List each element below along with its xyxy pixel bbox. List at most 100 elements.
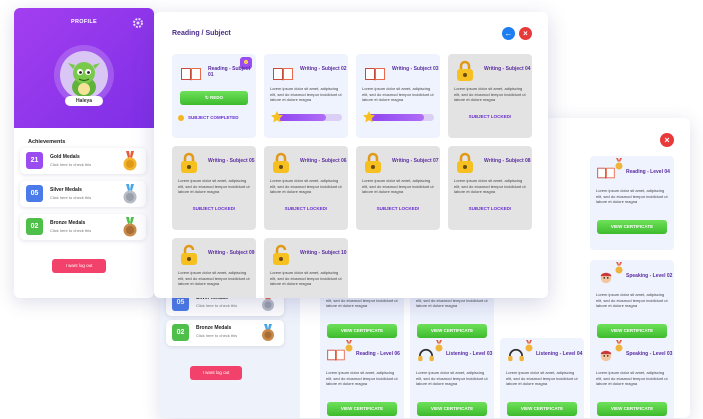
- unlock-icon: [273, 244, 289, 265]
- subject-card-locked[interactable]: Writing - Subject 05 Lorem ipsum dolor s…: [172, 146, 256, 230]
- subject-title: Writing - Subject 04: [484, 66, 531, 72]
- lock-icon: [365, 152, 381, 173]
- subject-title: Writing - Subject 02: [300, 66, 347, 72]
- subject-title: Writing - Subject 06: [300, 158, 347, 164]
- level-title: Speaking - Level 03: [626, 351, 673, 357]
- level-card: Speaking - Level 03 Lorem ipsum dolor si…: [590, 338, 674, 418]
- subject-title: Reading - Subject 01: [208, 66, 251, 78]
- silver-medals-card[interactable]: 05 Silver Medals Click here to check thi…: [20, 181, 146, 207]
- gold-medal-icon: [123, 151, 137, 171]
- level-desc: Lorem ipsum dolor sit amet, adipiscing e…: [416, 370, 488, 386]
- subject-status: SUBJECT LOCKED!: [468, 114, 512, 119]
- level-card: Listening - Level 04 Lorem ipsum dolor s…: [500, 338, 584, 418]
- app-stage: 05 Silver Medals Click here to check thi…: [0, 0, 703, 419]
- subject-card-locked[interactable]: Writing - Subject 04 Lorem ipsum dolor s…: [448, 54, 532, 138]
- subject-status: SUBJECT COMPLETED: [178, 115, 254, 121]
- subject-card[interactable]: ☻ Reading - Subject 01 ↻ REDO SUBJECT CO…: [172, 54, 256, 138]
- lock-icon: [457, 152, 473, 173]
- avatar-icon: [600, 272, 612, 284]
- subject-desc: Lorem ipsum dolor sit amet, adipiscing e…: [454, 178, 526, 194]
- view-certificate-button[interactable]: VIEW CERTIFICATE: [597, 402, 667, 416]
- level-card: Reading - Level 06 Lorem ipsum dolor sit…: [320, 338, 404, 418]
- subject-card[interactable]: Writing - Subject 02 Lorem ipsum dolor s…: [264, 54, 348, 138]
- medal-icon: [435, 340, 443, 352]
- avatar-icon: [600, 350, 612, 362]
- medal-title: Gold Medals: [50, 154, 80, 160]
- medal-count: 02: [172, 324, 189, 341]
- subject-status: SUBJECT LOCKED!: [468, 206, 512, 211]
- bronze-medal-icon: [262, 324, 274, 341]
- subject-card-locked[interactable]: Writing - Subject 09 Lorem ipsum dolor s…: [172, 238, 256, 298]
- medal-title: Bronze Medals: [50, 220, 86, 226]
- bronze-medal-icon: [123, 217, 137, 237]
- silver-medal-icon: [123, 184, 137, 204]
- close-icon[interactable]: ×: [660, 133, 674, 147]
- lock-icon: [457, 60, 473, 81]
- bronze-medals-card[interactable]: 02 Bronze Medals Click here to check thi…: [20, 214, 146, 240]
- medal-subtitle: Click here to check this: [50, 195, 92, 200]
- subject-title: Writing - Subject 07: [392, 158, 439, 164]
- subject-desc: Lorem ipsum dolor sit amet, adipiscing e…: [270, 86, 342, 102]
- level-title: Listening - Level 03: [446, 351, 493, 357]
- subject-status: SUBJECT LOCKED!: [376, 206, 420, 211]
- level-desc: Lorem ipsum dolor sit amet, adipiscing e…: [596, 188, 668, 204]
- medal-icon: [615, 262, 623, 274]
- lock-icon: [273, 152, 289, 173]
- medal-subtitle: Click here to check this: [196, 303, 238, 308]
- level-title: Reading - Level 04: [626, 169, 670, 175]
- level-desc: Lorem ipsum dolor sit amet, adipiscing e…: [326, 370, 398, 386]
- profile-name: Haleya: [65, 96, 103, 106]
- view-certificate-button[interactable]: VIEW CERTIFICATE: [327, 402, 397, 416]
- level-title: Speaking - Level 02: [626, 273, 673, 279]
- subject-desc: Lorem ipsum dolor sit amet, adipiscing e…: [270, 270, 342, 286]
- level-title: Listening - Level 04: [536, 351, 583, 357]
- page-title: Reading / Subject: [172, 30, 231, 37]
- subject-desc: Lorem ipsum dolor sit amet, adipiscing e…: [362, 178, 434, 194]
- book-icon: [597, 167, 615, 180]
- redo-label: REDO: [210, 95, 224, 100]
- dragon-mascot-icon: [68, 62, 100, 97]
- achievements-heading: Achievements: [28, 139, 66, 145]
- book-icon: [273, 68, 293, 81]
- medal-subtitle: Click here to check this: [50, 228, 92, 233]
- redo-button[interactable]: ↻ REDO: [180, 91, 248, 105]
- view-certificate-button[interactable]: VIEW CERTIFICATE: [597, 324, 667, 338]
- medal-title: Silver Medals: [50, 187, 82, 193]
- avatar[interactable]: [60, 51, 108, 99]
- headphones-icon: [418, 348, 434, 362]
- subject-title: Writing - Subject 03: [392, 66, 439, 72]
- progress-fill: [276, 114, 326, 121]
- back-arrow-icon[interactable]: ←: [502, 27, 515, 40]
- close-icon[interactable]: ×: [519, 27, 532, 40]
- star-icon: [363, 111, 375, 123]
- gear-icon[interactable]: [132, 17, 144, 29]
- view-certificate-button[interactable]: VIEW CERTIFICATE: [327, 324, 397, 338]
- level-desc: Lorem ipsum dolor sit amet, adipiscing e…: [596, 292, 668, 308]
- subject-card-locked[interactable]: Writing - Subject 08 Lorem ipsum dolor s…: [448, 146, 532, 230]
- view-certificate-button[interactable]: VIEW CERTIFICATE: [417, 402, 487, 416]
- logout-button[interactable]: I want log out: [190, 366, 242, 380]
- level-desc: Lorem ipsum dolor sit amet, adipiscing e…: [596, 370, 668, 386]
- subject-card[interactable]: Writing - Subject 03 Lorem ipsum dolor s…: [356, 54, 440, 138]
- coin-icon: [178, 115, 184, 121]
- subject-card-locked[interactable]: Writing - Subject 06 Lorem ipsum dolor s…: [264, 146, 348, 230]
- lock-icon: [181, 152, 197, 173]
- subject-card-locked[interactable]: Writing - Subject 10 Lorem ipsum dolor s…: [264, 238, 348, 298]
- book-icon: [327, 349, 345, 362]
- logout-button[interactable]: I want log out: [52, 259, 106, 273]
- profile-header: PROFILE Haleya: [14, 8, 154, 128]
- subject-desc: Lorem ipsum dolor sit amet, adipiscing e…: [178, 178, 250, 194]
- view-certificate-button[interactable]: VIEW CERTIFICATE: [507, 402, 577, 416]
- medal-count: 02: [26, 218, 43, 235]
- bronze-medals-card[interactable]: 02 Bronze Medals Click here to check thi…: [166, 320, 284, 346]
- view-certificate-button[interactable]: VIEW CERTIFICATE: [597, 220, 667, 234]
- gold-medals-card[interactable]: 21 Gold Medals Click here to check this: [20, 148, 146, 174]
- progress-bar: [368, 114, 434, 121]
- medal-count: 05: [26, 185, 43, 202]
- medal-subtitle: Click here to check this: [196, 333, 238, 338]
- medal-icon: [345, 340, 353, 352]
- level-card: Reading - Level 04 Lorem ipsum dolor sit…: [590, 156, 674, 250]
- view-certificate-button[interactable]: VIEW CERTIFICATE: [417, 324, 487, 338]
- book-icon: [181, 68, 201, 81]
- subject-card-locked[interactable]: Writing - Subject 07 Lorem ipsum dolor s…: [356, 146, 440, 230]
